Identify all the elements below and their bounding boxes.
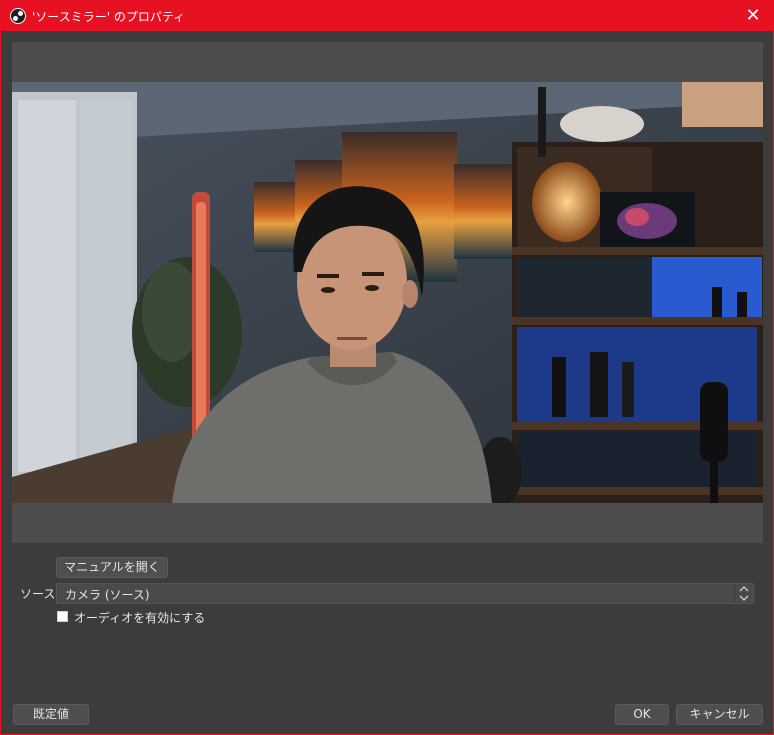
window-title: 'ソースミラー' のプロパティ [32, 10, 186, 24]
properties-dialog: 'ソースミラー' のプロパティ ✕ マニュアルを開く ソース カメラ (ソース)… [0, 0, 774, 735]
camera-preview-image [12, 82, 763, 503]
close-icon: ✕ [745, 5, 761, 26]
source-select[interactable]: カメラ (ソース) [56, 583, 754, 604]
obs-logo-icon [10, 8, 26, 24]
enable-audio-label[interactable]: オーディオを有効にする [74, 609, 205, 626]
ok-button[interactable]: OK [615, 704, 669, 725]
open-manual-button[interactable]: マニュアルを開く [56, 557, 168, 578]
close-button[interactable]: ✕ [733, 1, 773, 31]
source-preview [12, 42, 763, 543]
defaults-button[interactable]: 既定値 [13, 704, 89, 725]
cancel-button[interactable]: キャンセル [676, 704, 763, 725]
source-label: ソース [20, 587, 56, 601]
camera-scene-illustration [12, 82, 763, 503]
title-bar[interactable]: 'ソースミラー' のプロパティ ✕ [1, 1, 773, 31]
up-down-arrows-icon[interactable] [734, 584, 753, 603]
source-select-value: カメラ (ソース) [65, 588, 150, 602]
enable-audio-checkbox[interactable] [57, 611, 68, 622]
